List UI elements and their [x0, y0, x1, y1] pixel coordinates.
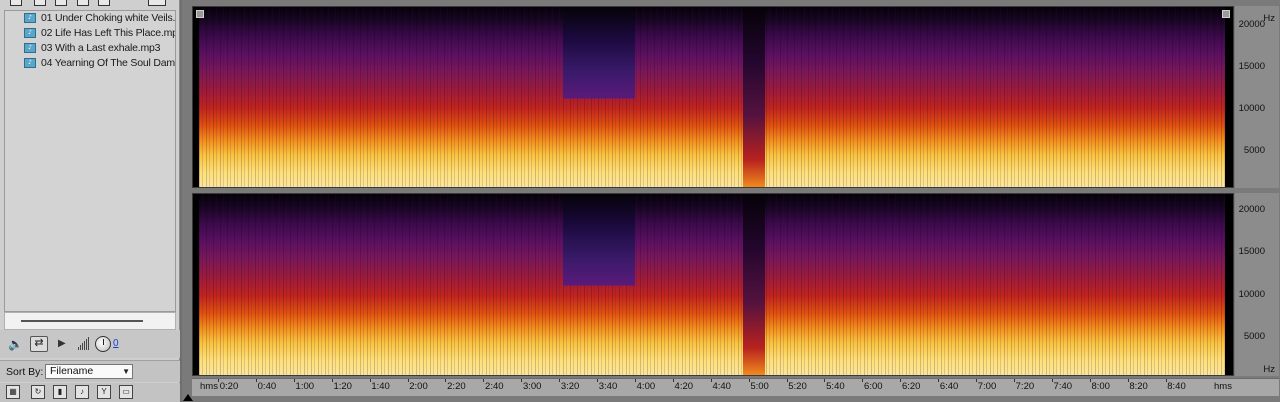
- time-tick-label: 0:40: [257, 381, 277, 392]
- sort-row: Sort By: Filename ▼: [0, 360, 180, 382]
- files-panel: ♪ 01 Under Choking white Veils.mp3 ♪ 02 …: [0, 0, 180, 402]
- time-tick-label: 7:40: [1053, 381, 1073, 392]
- time-tick-label: 2:40: [485, 381, 504, 392]
- frequency-ruler-right: 20000 15000 10000 5000 Hz: [1235, 193, 1279, 376]
- time-tick-label: 6:20: [901, 381, 921, 392]
- waveform-view-icon[interactable]: ▮: [53, 385, 67, 399]
- time-tick-label: 3:00: [522, 381, 542, 392]
- file-list-item[interactable]: ♪ 04 Yearning Of The Soul Damned.mp3: [5, 56, 175, 71]
- quiet-section: [563, 194, 635, 324]
- time-tick-label: 4:40: [712, 381, 731, 392]
- time-tick-label: 3:20: [560, 381, 580, 392]
- playhead-marker[interactable]: [183, 394, 193, 401]
- right-channel-spectrogram[interactable]: [192, 193, 1234, 376]
- freq-tick-label: 20000: [1238, 19, 1265, 30]
- speaker-icon[interactable]: 🔈: [8, 336, 24, 352]
- quiet-section: [563, 7, 635, 137]
- preview-transport: 🔈 ⇄ ▶ 0: [0, 330, 180, 358]
- autoplay-icon[interactable]: [98, 0, 110, 6]
- time-tick-label: 5:20: [788, 381, 807, 392]
- time-tick-label: 6:00: [864, 381, 883, 392]
- file-list-item[interactable]: ♪ 03 With a Last exhale.mp3: [5, 41, 175, 56]
- freq-tick-label: Hz: [1263, 13, 1275, 24]
- files-toolbar: [0, 0, 180, 10]
- sort-by-select[interactable]: Filename ▼: [45, 364, 133, 379]
- play-icon[interactable]: ▶: [58, 336, 68, 352]
- time-tick-label: 4:00: [636, 381, 656, 392]
- loop-button[interactable]: ⇄: [30, 336, 48, 352]
- spectrogram-image: [199, 194, 1225, 375]
- time-ruler-end-label: hms: [1214, 381, 1232, 392]
- time-tick-label: 6:40: [939, 381, 959, 392]
- music-note-icon[interactable]: ♪: [75, 385, 89, 399]
- time-tick-label: 7:20: [1015, 381, 1035, 392]
- time-tick-label: 8:20: [1129, 381, 1148, 392]
- mp3-file-icon: ♪: [24, 13, 36, 23]
- filter-icon[interactable]: Y: [97, 385, 111, 399]
- time-tick-label: 2:20: [447, 381, 466, 392]
- spectrogram-image: [199, 7, 1225, 187]
- mp3-file-icon: ♪: [24, 28, 36, 38]
- time-tick-label: 4:20: [674, 381, 694, 392]
- resize-grip: [21, 320, 143, 322]
- spectral-display: Hz 20000 15000 10000 5000 20000 15000 10…: [182, 0, 1280, 402]
- time-tick-label: 3:40: [598, 381, 618, 392]
- volume-knob[interactable]: [95, 336, 111, 352]
- frequency-ruler-left: Hz 20000 15000 10000 5000: [1235, 6, 1279, 188]
- file-list-item[interactable]: ♪ 02 Life Has Left This Place.mp3: [5, 26, 175, 41]
- time-tick-label: 1:20: [333, 381, 352, 392]
- freq-tick-label: 10000: [1238, 289, 1265, 300]
- panel-resize-handle[interactable]: [4, 312, 176, 330]
- chevron-down-icon: ▼: [122, 367, 130, 376]
- open-file-icon[interactable]: [10, 0, 22, 6]
- mp3-file-icon: ♪: [24, 58, 36, 68]
- time-tick-label: 1:00: [295, 381, 315, 392]
- options-icon[interactable]: [148, 0, 166, 6]
- files-bottom-toolbar: ▦ ↻ ▮ ♪ Y ▭: [0, 383, 180, 402]
- mp3-file-icon: ♪: [24, 43, 36, 53]
- time-ruler-start-label: hms: [200, 381, 218, 392]
- volume-level-icon: [78, 336, 92, 352]
- zoom-corner-icon[interactable]: [1222, 10, 1230, 18]
- time-tick-label: 2:00: [409, 381, 428, 392]
- file-list: ♪ 01 Under Choking white Veils.mp3 ♪ 02 …: [4, 10, 176, 312]
- import-icon[interactable]: [55, 0, 67, 6]
- time-tick-label: 8:40: [1167, 381, 1186, 392]
- freq-unit-label: Hz: [1263, 364, 1275, 375]
- sort-by-label: Sort By:: [6, 366, 44, 378]
- volume-value[interactable]: 0: [113, 336, 123, 352]
- zoom-corner-icon[interactable]: [196, 10, 204, 18]
- edit-file-icon[interactable]: [77, 0, 89, 6]
- time-tick-label: 0:20: [219, 381, 239, 392]
- track-gap: [743, 194, 765, 375]
- freq-tick-label: 5000: [1243, 331, 1265, 342]
- time-tick-label: 7:00: [977, 381, 997, 392]
- freq-tick-label: 15000: [1238, 61, 1265, 72]
- file-list-item[interactable]: ♪ 01 Under Choking white Veils.mp3: [5, 11, 175, 26]
- time-tick-label: 1:40: [371, 381, 390, 392]
- file-name: 03 With a Last exhale.mp3: [41, 42, 161, 54]
- time-tick-label: 5:40: [826, 381, 845, 392]
- freq-tick-label: 5000: [1243, 145, 1265, 156]
- file-name: 02 Life Has Left This Place.mp3: [41, 27, 175, 39]
- sort-by-value: Filename: [50, 365, 94, 377]
- grid-view-icon[interactable]: ▦: [6, 385, 20, 399]
- track-gap: [743, 7, 765, 187]
- file-name: 04 Yearning Of The Soul Damned.mp3: [41, 57, 175, 69]
- time-ruler[interactable]: hms hms 0:20 0:40 1:00 1:20 1:40 2:00 2:20 2:40…: [192, 378, 1279, 396]
- freq-tick-label: 10000: [1238, 103, 1265, 114]
- close-file-icon[interactable]: [34, 0, 46, 6]
- file-name: 01 Under Choking white Veils.mp3: [41, 12, 175, 24]
- freq-tick-label: 20000: [1238, 204, 1265, 215]
- left-channel-spectrogram[interactable]: [192, 6, 1234, 188]
- video-icon[interactable]: ▭: [119, 385, 133, 399]
- time-tick-label: 5:00: [750, 381, 769, 392]
- time-tick-label: 8:00: [1091, 381, 1110, 392]
- freq-tick-label: 15000: [1238, 246, 1265, 257]
- refresh-icon[interactable]: ↻: [31, 385, 45, 399]
